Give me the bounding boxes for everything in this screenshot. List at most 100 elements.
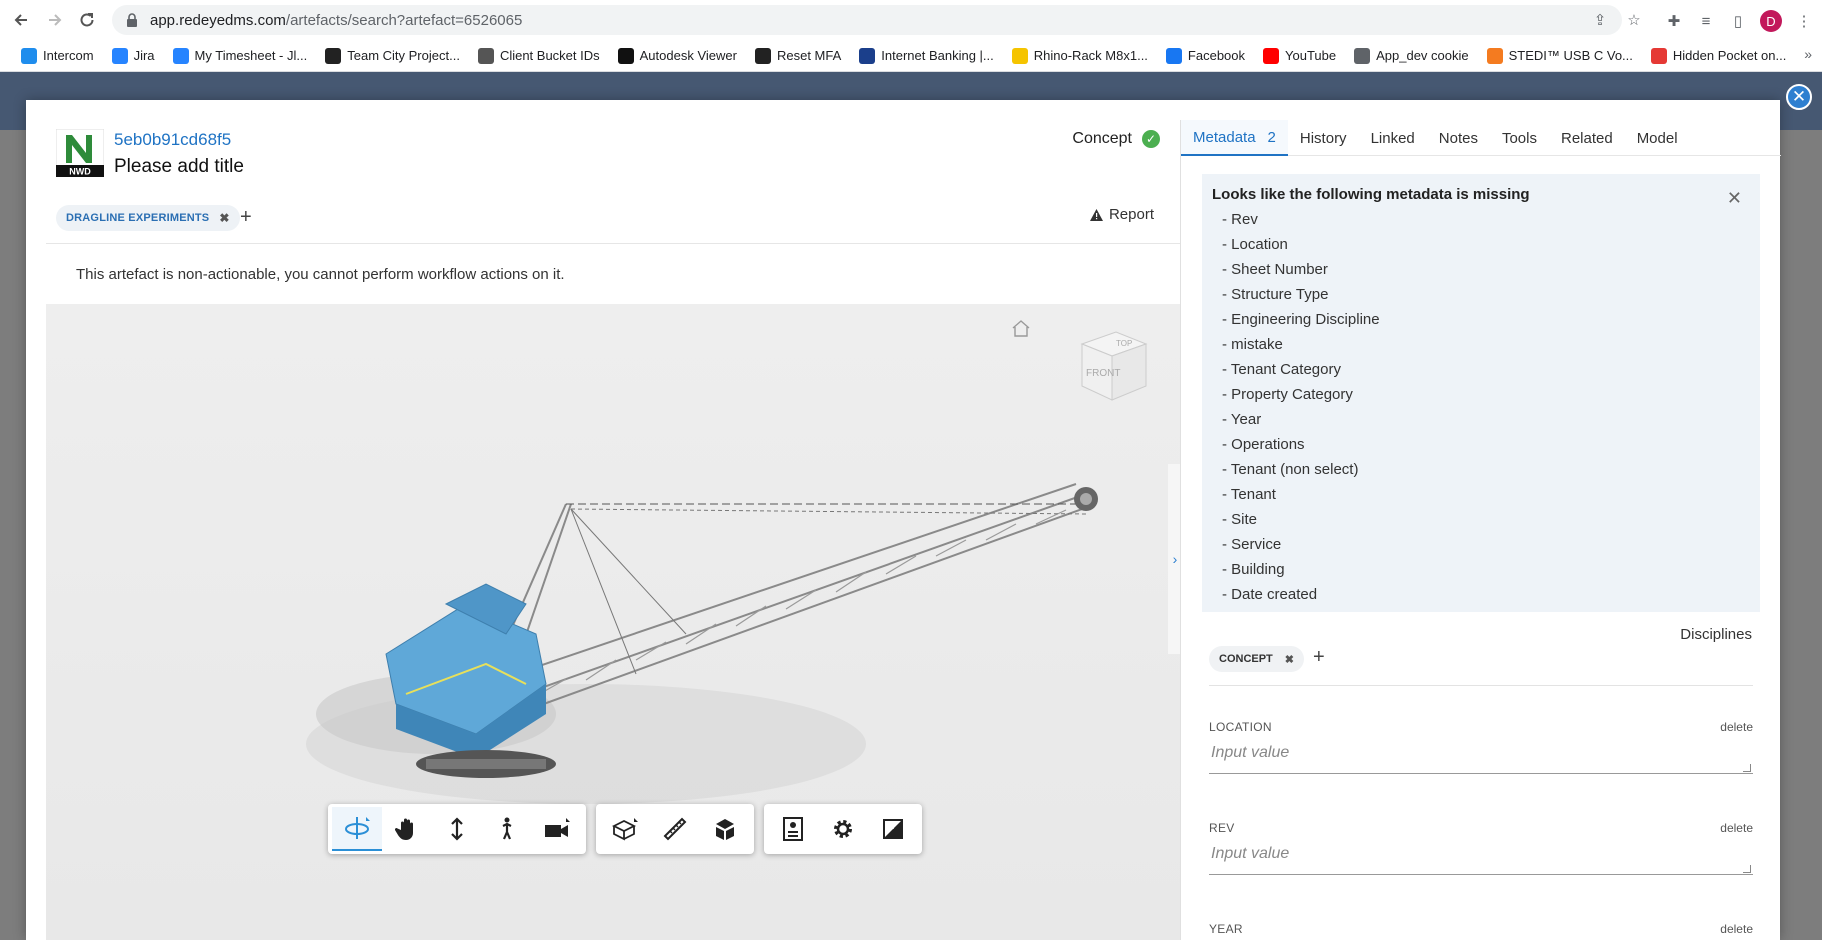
list-item: - Sheet Number: [1222, 261, 1328, 278]
bookmarks-bar: Intercom Jira My Timesheet - Jl... Team Cit…: [0, 40, 1822, 72]
close-alert-icon[interactable]: ✕: [1727, 188, 1742, 209]
disciplines-divider: [1209, 685, 1753, 686]
tab-tools[interactable]: Tools: [1490, 120, 1549, 156]
url-text: app.redeyedms.com/artefacts/search?artef…: [150, 11, 523, 29]
remove-tag-icon[interactable]: ✖: [219, 211, 229, 225]
tab-metadata[interactable]: Metadata 2: [1181, 120, 1288, 156]
collapse-panel-toggle[interactable]: ›: [1168, 464, 1180, 654]
bookmark-item[interactable]: Client Bucket IDs: [469, 43, 609, 69]
artefact-id-link[interactable]: 5eb0b91cd68f5: [114, 130, 231, 150]
bookmark-item[interactable]: Jira: [103, 43, 164, 69]
properties-icon[interactable]: [768, 807, 818, 851]
fullscreen-icon[interactable]: [868, 807, 918, 851]
bookmark-favicon-icon: [1263, 47, 1280, 64]
forward-icon[interactable]: [38, 3, 72, 37]
missing-metadata-alert: Looks like the following metadata is mis…: [1202, 174, 1760, 612]
discipline-label: CONCEPT: [1219, 653, 1273, 665]
bookmark-item[interactable]: Hidden Pocket on...: [1642, 43, 1795, 69]
list-item: - mistake: [1222, 336, 1283, 353]
tab-linked[interactable]: Linked: [1359, 120, 1427, 156]
bookmark-favicon-icon: [172, 47, 189, 64]
address-bar[interactable]: app.redeyedms.com/artefacts/search?artef…: [112, 5, 1622, 35]
profile-avatar[interactable]: D: [1760, 10, 1782, 32]
first-person-icon[interactable]: [482, 807, 532, 851]
svg-text:NWD: NWD: [69, 167, 91, 177]
bookmark-item[interactable]: Team City Project...: [316, 43, 469, 69]
bookmark-item[interactable]: Internet Banking |...: [850, 43, 1003, 69]
add-discipline-button[interactable]: +: [1313, 646, 1325, 669]
tag-chip[interactable]: DRAGLINE EXPERIMENTS ✖: [56, 205, 240, 231]
measure-icon[interactable]: [650, 807, 700, 851]
section-icon[interactable]: [600, 807, 650, 851]
missing-metadata-list: - Rev - Location - Sheet Number - Structure…: [1212, 207, 1750, 607]
extensions-icon[interactable]: ✚: [1664, 11, 1684, 31]
tab-notes[interactable]: Notes: [1427, 120, 1490, 156]
bookmark-favicon-icon: [1486, 47, 1503, 64]
bookmark-label: Intercom: [43, 48, 94, 63]
gear-icon[interactable]: [818, 807, 868, 851]
nwd-file-icon: NWD: [56, 129, 104, 177]
bookmark-favicon-icon: [754, 47, 771, 64]
tab-history[interactable]: History: [1288, 120, 1359, 156]
rev-input[interactable]: [1209, 841, 1753, 875]
bookmark-item[interactable]: Facebook: [1157, 43, 1254, 69]
browser-toolbar: app.redeyedms.com/artefacts/search?artef…: [0, 0, 1822, 40]
remove-discipline-icon[interactable]: ✖: [1285, 653, 1294, 666]
bookmark-item[interactable]: Autodesk Viewer: [609, 43, 746, 69]
bookmark-item[interactable]: My Timesheet - Jl...: [164, 43, 317, 69]
bookmark-item[interactable]: Intercom: [12, 43, 103, 69]
more-bookmarks-icon[interactable]: »: [1804, 46, 1812, 62]
bookmark-label: Rhino-Rack M8x1...: [1033, 48, 1148, 63]
bookmark-favicon-icon: [21, 47, 37, 64]
list-item: - Tenant (non select): [1222, 461, 1359, 478]
list-item: - Operations: [1222, 436, 1305, 453]
list-item: - Year: [1222, 411, 1262, 428]
tab-related[interactable]: Related: [1549, 120, 1625, 156]
rev-field-group: REV delete: [1209, 821, 1753, 875]
media-icon[interactable]: ≡: [1696, 11, 1716, 31]
bookmark-label: My Timesheet - Jl...: [194, 48, 308, 63]
discipline-chip[interactable]: CONCEPT ✖: [1209, 646, 1304, 672]
add-tag-button[interactable]: +: [240, 206, 252, 229]
back-icon[interactable]: [4, 3, 38, 37]
disciplines-label: Disciplines: [1680, 626, 1752, 643]
list-item: - Date created: [1222, 586, 1318, 603]
location-delete-link[interactable]: delete: [1720, 720, 1753, 734]
report-button[interactable]: Report: [1089, 206, 1154, 223]
bookmark-favicon-icon: [1165, 47, 1182, 64]
zoom-icon[interactable]: [432, 807, 482, 851]
artefact-title[interactable]: Please add title: [114, 156, 244, 178]
close-modal-button[interactable]: ✕: [1786, 84, 1812, 110]
rev-delete-link[interactable]: delete: [1720, 821, 1753, 835]
pan-icon[interactable]: [382, 807, 432, 851]
menu-icon[interactable]: ⋮: [1794, 11, 1814, 31]
bookmark-item[interactable]: Reset MFA: [746, 43, 850, 69]
sidepanel-icon[interactable]: ▯: [1728, 11, 1748, 31]
reload-icon[interactable]: [70, 3, 104, 37]
bookmark-item[interactable]: App_dev cookie: [1345, 43, 1478, 69]
bookmark-label: Facebook: [1187, 48, 1246, 63]
missing-metadata-title: Looks like the following metadata is mis…: [1212, 186, 1530, 203]
camera-icon[interactable]: [532, 807, 582, 851]
year-field-group: YEAR delete: [1209, 922, 1753, 936]
navigation-tools: [328, 804, 586, 854]
share-icon[interactable]: ⇪: [1590, 10, 1610, 30]
bookmark-favicon-icon: [325, 47, 342, 64]
resize-handle[interactable]: [1743, 865, 1751, 873]
bookmark-item[interactable]: YouTube: [1254, 43, 1345, 69]
settings-tools: [764, 804, 922, 854]
explode-icon[interactable]: [700, 807, 750, 851]
bookmark-item[interactable]: Rhino-Rack M8x1...: [1003, 43, 1157, 69]
bookmark-item[interactable]: STEDI™ USB C Vo...: [1478, 43, 1642, 69]
orbit-icon[interactable]: [332, 807, 382, 851]
list-item: - Engineering Discipline: [1222, 311, 1380, 328]
details-pane: Metadata 2 History Linked Notes Tools Rel…: [1180, 120, 1781, 940]
location-input[interactable]: [1209, 740, 1753, 774]
star-icon[interactable]: ☆: [1624, 10, 1644, 30]
tab-model[interactable]: Model: [1625, 120, 1690, 156]
warning-icon: [1089, 208, 1103, 221]
resize-handle[interactable]: [1743, 764, 1751, 772]
list-item: - Structure Type: [1222, 286, 1329, 303]
year-delete-link[interactable]: delete: [1720, 922, 1753, 936]
bookmark-label: Internet Banking |...: [881, 48, 994, 63]
